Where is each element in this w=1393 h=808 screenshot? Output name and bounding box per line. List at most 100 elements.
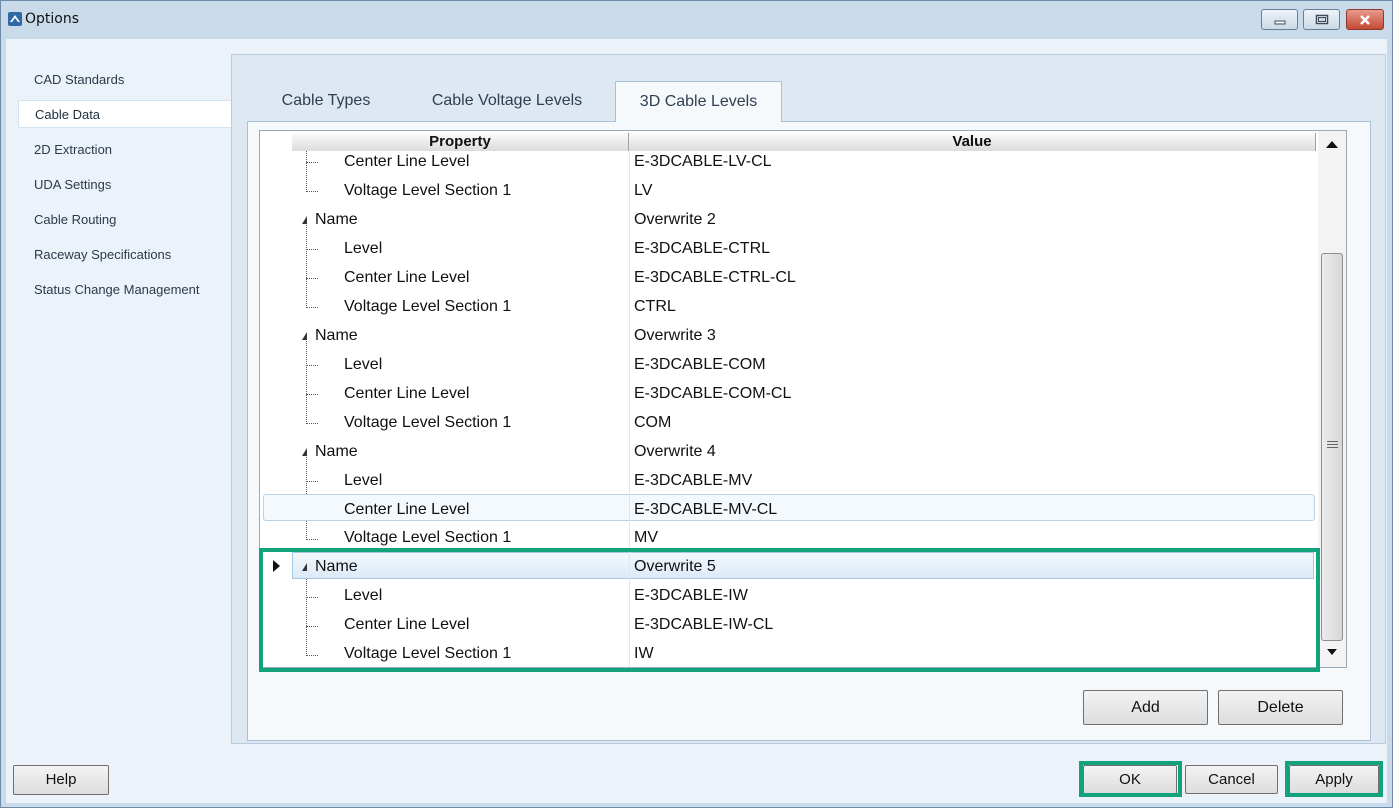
- row-property: Voltage Level Section 1: [344, 529, 512, 546]
- grid-row[interactable]: Level E-3DCABLE-IW: [260, 581, 1318, 610]
- row-value[interactable]: MV: [634, 523, 658, 552]
- cell-divider: [629, 581, 630, 610]
- delete-button-label: Delete: [1257, 699, 1304, 716]
- sidebar-item-raceway-specifications[interactable]: Raceway Specifications: [18, 241, 234, 269]
- row-value[interactable]: IW: [634, 639, 654, 667]
- cancel-button-label: Cancel: [1208, 771, 1255, 788]
- row-property: Center Line Level: [344, 501, 470, 518]
- row-value[interactable]: E-3DCABLE-CTRL: [634, 234, 770, 263]
- options-window: Options CAD Standards Cable Data 2D Extr…: [0, 0, 1393, 808]
- sidebar-item-cad-standards[interactable]: CAD Standards: [18, 66, 234, 94]
- close-button[interactable]: [1346, 9, 1384, 30]
- row-property: Name: [315, 211, 358, 228]
- row-property: Level: [344, 356, 383, 373]
- grip-line: [1327, 444, 1338, 445]
- title-bar[interactable]: Options: [1, 1, 1392, 39]
- row-value[interactable]: E-3DCABLE-COM: [634, 350, 766, 379]
- grid-row[interactable]: Level E-3DCABLE-CTRL: [260, 234, 1318, 263]
- sidebar-item-label: Raceway Specifications: [34, 247, 172, 262]
- cell-divider: [629, 495, 630, 524]
- sidebar-item-cable-routing[interactable]: Cable Routing: [18, 206, 234, 234]
- row-value[interactable]: E-3DCABLE-LV-CL: [634, 147, 772, 176]
- add-button[interactable]: Add: [1083, 690, 1208, 725]
- tab-cable-types[interactable]: Cable Types: [267, 81, 385, 121]
- row-property: Voltage Level Section 1: [344, 298, 512, 315]
- row-value[interactable]: E-3DCABLE-COM-CL: [634, 379, 791, 408]
- grid-row-group[interactable]: Name Overwrite 4: [260, 437, 1318, 466]
- row-value[interactable]: E-3DCABLE-CTRL-CL: [634, 263, 796, 292]
- scrollbar-thumb[interactable]: [1321, 253, 1343, 641]
- collapse-triangle-icon[interactable]: [302, 563, 307, 571]
- grid-row[interactable]: Voltage Level Section 1 LV: [260, 176, 1318, 205]
- row-value[interactable]: Overwrite 5: [634, 552, 716, 581]
- apply-button[interactable]: Apply: [1289, 765, 1379, 794]
- tab-label: Cable Types: [281, 92, 371, 109]
- collapse-triangle-icon[interactable]: [302, 216, 307, 224]
- grid-row[interactable]: Level E-3DCABLE-MV: [260, 466, 1318, 495]
- cell-divider: [629, 176, 630, 205]
- row-property: Center Line Level: [344, 616, 470, 633]
- row-value[interactable]: Overwrite 2: [634, 205, 716, 234]
- minimize-icon: [1274, 20, 1285, 24]
- close-icon: [1360, 14, 1370, 25]
- grid-row[interactable]: Center Line Level E-3DCABLE-LV-CL: [260, 147, 1318, 176]
- sidebar-item-cable-data[interactable]: Cable Data: [18, 100, 234, 128]
- vertical-scrollbar[interactable]: [1318, 131, 1346, 667]
- cell-divider: [629, 639, 630, 667]
- cell-divider: [629, 437, 630, 466]
- grid-row[interactable]: Voltage Level Section 1 COM: [260, 408, 1318, 437]
- row-property: Voltage Level Section 1: [344, 414, 512, 431]
- tab-label: 3D Cable Levels: [639, 93, 758, 110]
- row-property: Voltage Level Section 1: [344, 182, 512, 199]
- grid-row[interactable]: Voltage Level Section 1 CTRL: [260, 292, 1318, 321]
- ok-button-label: OK: [1119, 771, 1141, 788]
- ok-button[interactable]: OK: [1083, 765, 1177, 794]
- cell-divider: [629, 408, 630, 437]
- collapse-triangle-icon[interactable]: [302, 332, 307, 340]
- cancel-button[interactable]: Cancel: [1185, 765, 1278, 794]
- row-value[interactable]: E-3DCABLE-MV-CL: [634, 495, 777, 524]
- row-value[interactable]: E-3DCABLE-IW: [634, 581, 748, 610]
- grid-row[interactable]: Center Line Level E-3DCABLE-IW-CL: [260, 610, 1318, 639]
- row-value[interactable]: Overwrite 4: [634, 437, 716, 466]
- collapse-triangle-icon[interactable]: [302, 448, 307, 456]
- property-grid[interactable]: Property Value Center Line Level E-3DCAB…: [259, 130, 1347, 668]
- sidebar-item-label: UDA Settings: [34, 177, 112, 192]
- row-value[interactable]: Overwrite 3: [634, 321, 716, 350]
- row-value[interactable]: E-3DCABLE-MV: [634, 466, 752, 495]
- sidebar-item-2d-extraction[interactable]: 2D Extraction: [18, 136, 234, 164]
- cell-divider: [629, 234, 630, 263]
- maximize-button[interactable]: [1303, 9, 1340, 30]
- tab-cable-voltage-levels[interactable]: Cable Voltage Levels: [413, 81, 601, 121]
- grid-row-group[interactable]: Name Overwrite 3: [260, 321, 1318, 350]
- tab-3d-cable-levels[interactable]: 3D Cable Levels: [615, 81, 782, 122]
- cell-divider: [629, 205, 630, 234]
- cell-divider: [629, 552, 630, 581]
- row-value[interactable]: CTRL: [634, 292, 676, 321]
- row-value[interactable]: LV: [634, 176, 652, 205]
- grid-row-group-selected[interactable]: Name Overwrite 5: [260, 552, 1318, 581]
- grid-row-group[interactable]: Name Overwrite 2: [260, 205, 1318, 234]
- cell-divider: [629, 379, 630, 408]
- sidebar-item-uda-settings[interactable]: UDA Settings: [18, 171, 234, 199]
- grid-row[interactable]: Center Line Level E-3DCABLE-CTRL-CL: [260, 263, 1318, 292]
- row-property: Name: [315, 558, 358, 575]
- scroll-up-arrow-icon[interactable]: [1326, 141, 1338, 148]
- delete-button[interactable]: Delete: [1218, 690, 1343, 725]
- sidebar-item-status-change-management[interactable]: Status Change Management: [18, 276, 234, 304]
- sidebar-item-label: Cable Routing: [34, 212, 117, 227]
- sidebar-item-label: 2D Extraction: [34, 142, 113, 157]
- scroll-down-arrow-icon[interactable]: [1327, 649, 1337, 655]
- row-value[interactable]: COM: [634, 408, 671, 437]
- grid-row[interactable]: Voltage Level Section 1 MV: [260, 523, 1318, 552]
- grid-row[interactable]: Level E-3DCABLE-COM: [260, 350, 1318, 379]
- app-logo-icon: [8, 12, 22, 26]
- help-button[interactable]: Help: [13, 765, 109, 795]
- row-property: Level: [344, 472, 383, 489]
- tab-content-3d-cable-levels: Property Value Center Line Level E-3DCAB…: [247, 121, 1371, 741]
- grid-row[interactable]: Voltage Level Section 1 IW: [260, 639, 1318, 667]
- row-value[interactable]: E-3DCABLE-IW-CL: [634, 610, 773, 639]
- grid-row-hovered[interactable]: Center Line Level E-3DCABLE-MV-CL: [260, 495, 1318, 524]
- minimize-button[interactable]: [1261, 9, 1298, 30]
- grid-row[interactable]: Center Line Level E-3DCABLE-COM-CL: [260, 379, 1318, 408]
